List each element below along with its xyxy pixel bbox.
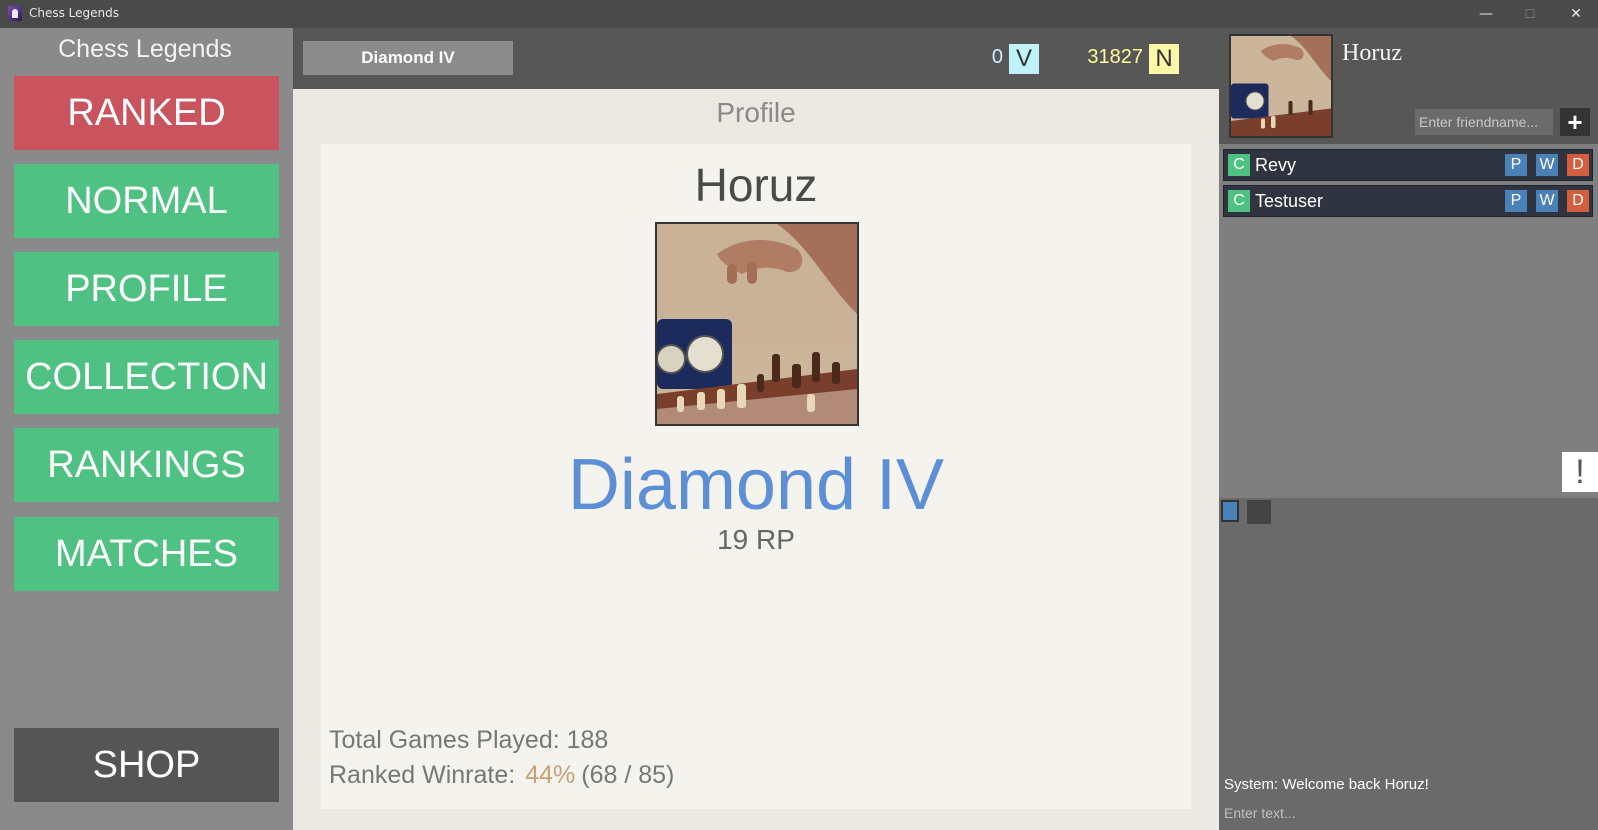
social-panel: Horuz + C Revy P W D C Testuser P W D ! … bbox=[1219, 28, 1598, 830]
user-name: Horuz bbox=[1342, 40, 1402, 66]
total-games: Total Games Played: 188 bbox=[329, 726, 609, 754]
friend-p-button[interactable]: P bbox=[1505, 154, 1527, 176]
chess-piece-icon bbox=[8, 6, 22, 21]
normal-button[interactable]: NORMAL bbox=[14, 164, 279, 238]
profile-button[interactable]: PROFILE bbox=[14, 252, 279, 326]
user-header: Horuz + bbox=[1219, 28, 1598, 144]
currency-n-icon: N bbox=[1149, 44, 1179, 74]
friend-name-input[interactable] bbox=[1415, 109, 1553, 135]
friend-name: Revy bbox=[1255, 155, 1297, 175]
friend-d-button[interactable]: D bbox=[1567, 154, 1589, 176]
rankings-button[interactable]: RANKINGS bbox=[14, 428, 279, 502]
player-name: Horuz bbox=[694, 159, 818, 211]
friend-p-button[interactable]: P bbox=[1505, 190, 1527, 212]
friend-row[interactable]: C Testuser P W D bbox=[1223, 185, 1593, 217]
chat-input[interactable] bbox=[1219, 800, 1598, 826]
add-friend-button[interactable]: + bbox=[1560, 108, 1590, 136]
top-bar: Diamond IV 0 V 31827 N bbox=[293, 28, 1219, 89]
title-bar: Chess Legends — ☐ ✕ bbox=[0, 0, 1598, 28]
page-title: Profile bbox=[716, 97, 796, 128]
winrate-percent: 44% bbox=[525, 761, 576, 789]
chat-message: System: Welcome back Horuz! bbox=[1224, 776, 1429, 793]
profile-page: Profile Horuz Diamond IV 19 RP Total Gam… bbox=[293, 89, 1219, 830]
friend-name: Testuser bbox=[1255, 191, 1324, 211]
rank-chip: Diamond IV bbox=[303, 41, 513, 75]
app-window: Chess Legends — ☐ ✕ Chess Legends RANKED… bbox=[0, 0, 1598, 830]
friend-row[interactable]: C Revy P W D bbox=[1223, 149, 1593, 181]
chat-tab-active[interactable] bbox=[1221, 500, 1239, 522]
friend-status-icon: C bbox=[1228, 190, 1250, 212]
rank-points: 19 RP bbox=[717, 524, 795, 555]
friend-status-icon: C bbox=[1228, 154, 1250, 176]
rank-display: Diamond IV bbox=[567, 445, 945, 525]
collection-button[interactable]: COLLECTION bbox=[14, 340, 279, 414]
shop-button[interactable]: SHOP bbox=[14, 728, 279, 802]
window-title: Chess Legends bbox=[29, 6, 120, 20]
notification-icon[interactable]: ! bbox=[1562, 452, 1598, 492]
maximize-button[interactable]: ☐ bbox=[1508, 2, 1552, 26]
close-button[interactable]: ✕ bbox=[1554, 2, 1598, 26]
matches-button[interactable]: MATCHES bbox=[14, 517, 279, 591]
friend-d-button[interactable]: D bbox=[1567, 190, 1589, 212]
minimize-button[interactable]: — bbox=[1464, 2, 1508, 26]
currency-v-icon: V bbox=[1009, 44, 1039, 74]
friend-w-button[interactable]: W bbox=[1536, 190, 1558, 212]
sidebar: Chess Legends RANKED NORMAL PROFILE COLL… bbox=[0, 28, 293, 830]
chat-tab[interactable] bbox=[1247, 500, 1271, 524]
profile-card: Horuz Diamond IV 19 RP Total Games Playe… bbox=[321, 144, 1191, 809]
friend-w-button[interactable]: W bbox=[1536, 154, 1558, 176]
ranked-winrate: Ranked Winrate: 44% (68 / 85) bbox=[329, 761, 674, 790]
ranked-button[interactable]: RANKED bbox=[14, 76, 279, 150]
winrate-label: Ranked Winrate: bbox=[329, 761, 516, 789]
currency-v-amount: 0 bbox=[991, 46, 1003, 68]
avatar bbox=[655, 222, 859, 426]
user-avatar bbox=[1229, 34, 1333, 138]
winrate-fraction: (68 / 85) bbox=[581, 761, 675, 789]
brand-title: Chess Legends bbox=[58, 35, 232, 63]
currency-n-amount: 31827 bbox=[1087, 46, 1143, 68]
chat-panel: System: Welcome back Horuz! bbox=[1219, 498, 1598, 830]
